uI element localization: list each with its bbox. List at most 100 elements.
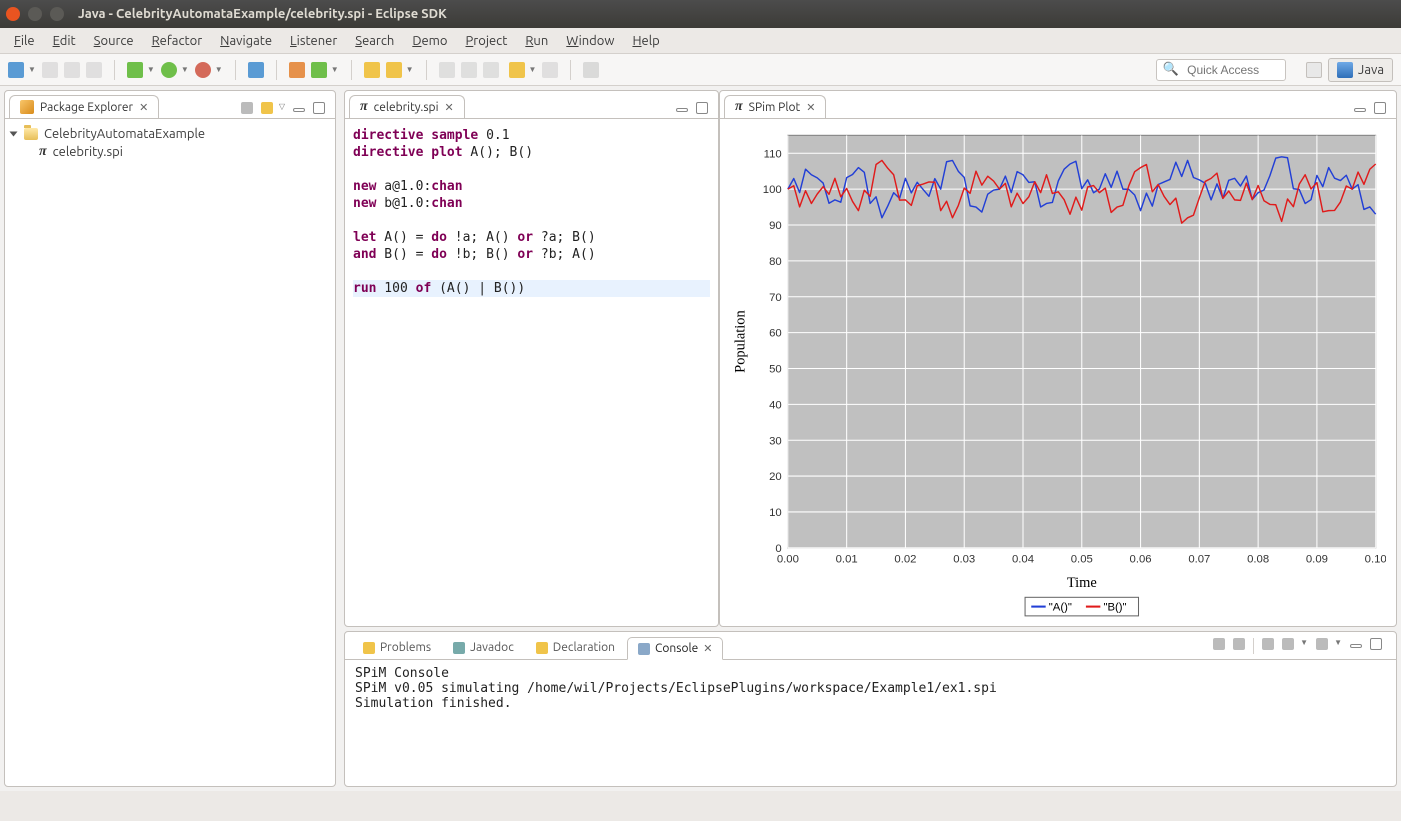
package-explorer-tree[interactable]: CelebrityAutomataExample π celebrity.spi xyxy=(5,119,335,167)
menu-project[interactable]: Project xyxy=(458,31,516,51)
svg-text:110: 110 xyxy=(764,148,782,160)
dropdown-icon[interactable]: ▼ xyxy=(1334,638,1342,654)
java-perspective-button[interactable]: Java xyxy=(1328,58,1393,82)
menu-demo[interactable]: Demo xyxy=(404,31,455,51)
dropdown-icon[interactable]: ▼ xyxy=(28,65,36,74)
window-minimize-icon[interactable] xyxy=(28,7,42,21)
scroll-lock-icon[interactable] xyxy=(1282,638,1294,650)
pin-icon[interactable] xyxy=(583,62,599,78)
close-icon[interactable]: ✕ xyxy=(445,101,454,114)
view-menu-icon[interactable]: ▽ xyxy=(279,102,285,114)
new-package-icon[interactable] xyxy=(289,62,305,78)
code-editor[interactable]: directive sample 0.1 directive plot A();… xyxy=(345,119,718,626)
maximize-icon[interactable] xyxy=(313,102,325,114)
menu-navigate[interactable]: Navigate xyxy=(212,31,280,51)
menu-source[interactable]: Source xyxy=(86,31,142,51)
menu-search[interactable]: Search xyxy=(347,31,402,51)
package-explorer-tab[interactable]: Package Explorer ✕ xyxy=(9,95,159,118)
svg-text:0.03: 0.03 xyxy=(953,553,975,565)
menu-refactor[interactable]: Refactor xyxy=(144,31,211,51)
status-bar xyxy=(0,791,1401,821)
nav-prev-icon[interactable] xyxy=(439,62,455,78)
menu-file[interactable]: File xyxy=(6,31,43,51)
svg-text:0.00: 0.00 xyxy=(777,553,799,565)
open-perspective-icon[interactable] xyxy=(1306,62,1322,78)
save-icon[interactable] xyxy=(42,62,58,78)
window-maximize-icon[interactable] xyxy=(50,7,64,21)
clear-console-icon[interactable] xyxy=(1262,638,1274,650)
quick-access-field[interactable]: 🔍 xyxy=(1156,59,1286,81)
menu-window[interactable]: Window xyxy=(558,31,622,51)
dropdown-icon[interactable]: ▼ xyxy=(181,65,189,74)
plot-tab-label: SPim Plot xyxy=(749,101,801,114)
search-icon: 🔍 xyxy=(1163,62,1179,77)
menu-edit[interactable]: Edit xyxy=(45,31,84,51)
menu-run[interactable]: Run xyxy=(517,31,556,51)
dropdown-icon[interactable]: ▼ xyxy=(406,65,414,74)
back-icon[interactable] xyxy=(509,62,525,78)
minimize-icon[interactable] xyxy=(1354,108,1366,112)
editor-tab[interactable]: π celebrity.spi ✕ xyxy=(349,95,465,118)
new-icon[interactable] xyxy=(8,62,24,78)
console-output[interactable]: SPiM Console SPiM v0.05 simulating /home… xyxy=(345,660,1396,786)
spi-file-icon: π xyxy=(360,100,368,114)
minimize-icon[interactable] xyxy=(293,108,305,112)
nav-next-icon[interactable] xyxy=(461,62,477,78)
tab-label: Package Explorer xyxy=(40,101,133,114)
menu-help[interactable]: Help xyxy=(624,31,667,51)
svg-text:"A()": "A()" xyxy=(1049,602,1072,614)
svg-text:90: 90 xyxy=(769,220,782,232)
dropdown-icon[interactable]: ▼ xyxy=(147,65,155,74)
dropdown-icon[interactable]: ▼ xyxy=(331,65,339,74)
link-editor-icon[interactable] xyxy=(261,102,273,114)
nav-last-icon[interactable] xyxy=(483,62,499,78)
expand-icon[interactable] xyxy=(10,132,18,137)
debug-icon[interactable] xyxy=(127,62,143,78)
svg-text:20: 20 xyxy=(769,471,782,483)
wand-icon[interactable] xyxy=(248,62,264,78)
minimize-icon[interactable] xyxy=(676,108,688,112)
close-icon[interactable]: ✕ xyxy=(139,101,148,114)
editor-pane: π celebrity.spi ✕ directive sample 0.1 d… xyxy=(344,90,719,627)
dropdown-icon[interactable]: ▼ xyxy=(529,65,537,74)
tab-label: Problems xyxy=(380,641,431,654)
dropdown-icon[interactable]: ▼ xyxy=(1300,638,1308,654)
perspective-label: Java xyxy=(1358,63,1384,77)
collapse-all-icon[interactable] xyxy=(241,102,253,114)
window-close-icon[interactable] xyxy=(6,7,20,21)
chart-canvas: 0.000.010.020.030.040.050.060.070.080.09… xyxy=(726,125,1386,620)
menu-bar: FileEditSourceRefactorNavigateListenerSe… xyxy=(0,28,1401,54)
tree-file-row[interactable]: π celebrity.spi xyxy=(11,143,329,161)
save-all-icon[interactable] xyxy=(64,62,80,78)
new-class-icon[interactable] xyxy=(311,62,327,78)
quick-access-input[interactable] xyxy=(1185,62,1279,78)
run-icon[interactable] xyxy=(161,62,177,78)
dropdown-icon[interactable]: ▼ xyxy=(215,65,223,74)
remove-launch-icon[interactable] xyxy=(1233,638,1245,650)
close-icon[interactable]: ✕ xyxy=(703,642,712,655)
svg-text:Population: Population xyxy=(733,310,749,373)
tree-project-row[interactable]: CelebrityAutomataExample xyxy=(11,125,329,143)
bottom-tab-console[interactable]: Console✕ xyxy=(627,637,723,660)
spim-plot-tab[interactable]: π SPim Plot ✕ xyxy=(724,95,826,118)
open-type-icon[interactable] xyxy=(364,62,380,78)
svg-text:"B()": "B()" xyxy=(1103,602,1126,614)
bottom-tab-declaration[interactable]: Declaration xyxy=(526,637,625,658)
forward-icon[interactable] xyxy=(542,62,558,78)
maximize-icon[interactable] xyxy=(696,102,708,114)
bottom-tab-problems[interactable]: Problems xyxy=(353,637,441,658)
svg-text:100: 100 xyxy=(763,184,782,196)
minimize-icon[interactable] xyxy=(1350,644,1362,648)
bottom-tab-javadoc[interactable]: Javadoc xyxy=(443,637,524,658)
maximize-icon[interactable] xyxy=(1370,638,1382,650)
svg-text:0.10: 0.10 xyxy=(1365,553,1386,565)
search-icon[interactable] xyxy=(386,62,402,78)
close-icon[interactable]: ✕ xyxy=(806,101,815,114)
menu-listener[interactable]: Listener xyxy=(282,31,345,51)
terminate-icon[interactable] xyxy=(1213,638,1225,650)
java-perspective-icon xyxy=(1337,62,1353,78)
run-last-icon[interactable] xyxy=(195,62,211,78)
maximize-icon[interactable] xyxy=(1374,102,1386,114)
print-icon[interactable] xyxy=(86,62,102,78)
display-selected-icon[interactable] xyxy=(1316,638,1328,650)
